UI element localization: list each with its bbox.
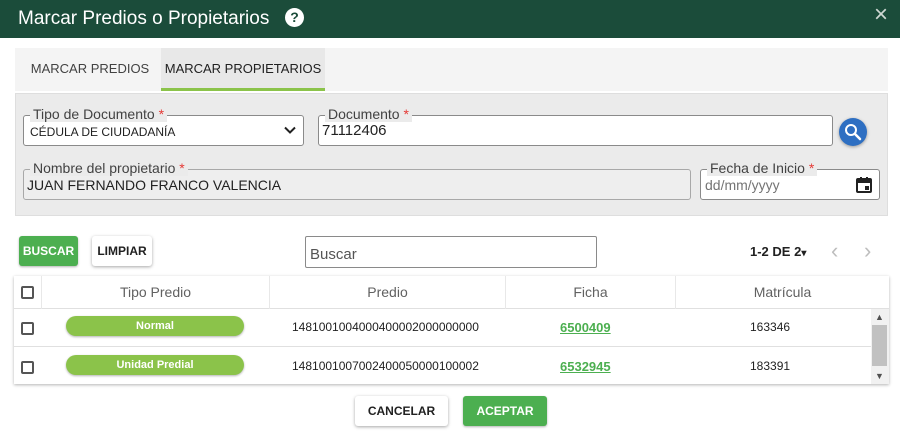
table-search-input[interactable]	[306, 237, 596, 267]
matricula-cell: 183391	[750, 359, 791, 373]
dialog-titlebar: Marcar Predios o Propietarios ? ×	[0, 0, 900, 38]
search-document-button[interactable]	[839, 118, 867, 146]
dialog-title: Marcar Predios o Propietarios	[18, 8, 270, 29]
table-header: Tipo Predio Predio Ficha Matrícula	[14, 276, 889, 309]
nombre-propietario-value: JUAN FERNANDO FRANCO VALENCIA	[27, 177, 282, 193]
nombre-propietario-label: Nombre del propietario *	[30, 160, 188, 176]
scrollbar-thumb[interactable]	[872, 325, 887, 366]
tipo-documento-value: CÉDULA DE CIUDADANÍA	[30, 125, 176, 139]
tipo-predio-badge: Unidad Predial	[66, 355, 244, 375]
tipo-documento-select[interactable]: Tipo de Documento * CÉDULA DE CIUDADANÍA	[23, 106, 304, 146]
column-predio[interactable]: Predio	[269, 276, 505, 309]
tab-marcar-predios[interactable]: MARCAR PREDIOS	[23, 48, 157, 91]
ficha-link[interactable]: 6500409	[560, 320, 611, 335]
row-checkbox[interactable]	[21, 361, 34, 374]
documento-field[interactable]: Documento * 71112406	[318, 106, 833, 146]
caret-down-icon: ▾	[801, 248, 807, 259]
next-page-icon[interactable]: ›	[864, 238, 871, 264]
pagination-range[interactable]: 1-2 DE 2▾	[750, 244, 806, 259]
ficha-link[interactable]: 6532945	[560, 359, 611, 374]
column-tipo-predio[interactable]: Tipo Predio	[41, 276, 269, 309]
close-icon[interactable]: ×	[874, 3, 888, 27]
matricula-cell: 163346	[750, 320, 791, 334]
owner-form-panel: Tipo de Documento * CÉDULA DE CIUDADANÍA…	[15, 93, 888, 216]
table-row[interactable]: Normal 1481001004000400002000000000 6500…	[14, 309, 871, 347]
nombre-propietario-field: Nombre del propietario * JUAN FERNANDO F…	[23, 160, 691, 200]
fecha-inicio-label: Fecha de Inicio *	[707, 160, 818, 176]
column-ficha[interactable]: Ficha	[505, 276, 675, 309]
tipo-documento-label: Tipo de Documento *	[30, 106, 168, 122]
buscar-button[interactable]: BUSCAR	[19, 236, 78, 266]
scroll-up-icon[interactable]: ▲	[875, 312, 884, 322]
table-scrollbar[interactable]: ▲ ▼	[871, 309, 889, 384]
tab-bar: MARCAR PREDIOS MARCAR PROPIETARIOS	[15, 48, 888, 91]
tab-marcar-propietarios[interactable]: MARCAR PROPIETARIOS	[161, 48, 325, 91]
select-all-checkbox[interactable]	[21, 286, 34, 299]
fecha-inicio-placeholder: dd/mm/yyyy	[705, 177, 780, 193]
aceptar-button[interactable]: ACEPTAR	[463, 396, 547, 426]
documento-value: 71112406	[322, 122, 387, 139]
cancelar-button[interactable]: CANCELAR	[355, 396, 448, 426]
chevron-down-icon	[284, 126, 296, 134]
scroll-down-icon[interactable]: ▼	[875, 371, 884, 381]
limpiar-button[interactable]: LIMPIAR	[92, 236, 152, 266]
row-checkbox[interactable]	[21, 322, 34, 335]
predio-cell: 1481001007002400050000100002	[292, 359, 479, 373]
help-icon[interactable]: ?	[285, 8, 304, 27]
calendar-icon[interactable]	[855, 176, 873, 194]
tipo-predio-badge: Normal	[66, 316, 244, 336]
results-table: Tipo Predio Predio Ficha Matrícula Norma…	[14, 276, 889, 384]
search-icon	[845, 124, 862, 141]
column-matricula[interactable]: Matrícula	[675, 276, 889, 309]
fecha-inicio-field[interactable]: Fecha de Inicio * dd/mm/yyyy	[700, 160, 880, 200]
predio-cell: 1481001004000400002000000000	[292, 320, 479, 334]
documento-label: Documento *	[325, 106, 412, 122]
table-search-box	[305, 236, 597, 268]
table-row[interactable]: Unidad Predial 1481001007002400050000100…	[14, 348, 871, 384]
prev-page-icon[interactable]: ‹	[831, 238, 838, 264]
